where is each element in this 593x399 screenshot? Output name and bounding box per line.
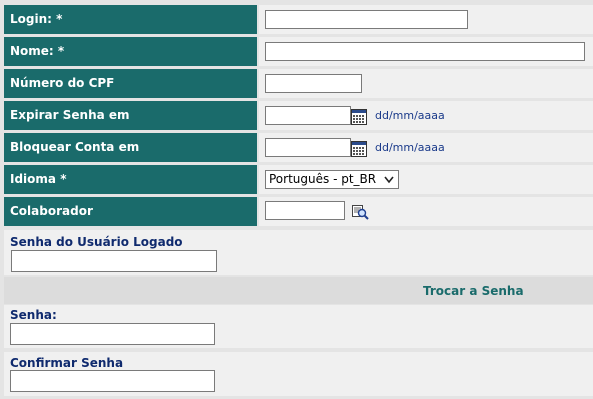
new-password-label: Senha: [10, 308, 57, 322]
idioma-select[interactable]: Português - pt_BR [265, 170, 399, 189]
bloquear-date-hint: dd/mm/aaaa [375, 141, 445, 154]
change-password-title: Trocar a Senha [423, 284, 524, 298]
cpf-value-cell [259, 69, 593, 98]
calendar-icon[interactable] [351, 109, 367, 125]
bloquear-label: Bloquear Conta em [4, 133, 257, 162]
nome-value-cell [259, 37, 593, 66]
login-value-cell [259, 5, 593, 34]
logged-user-password-section: Senha do Usuário Logado [4, 230, 593, 275]
row-expirar: Expirar Senha em dd/mm/aaaa [0, 101, 593, 130]
new-password-input[interactable] [10, 323, 215, 345]
confirm-password-label: Confirmar Senha [10, 356, 124, 370]
expirar-label: Expirar Senha em [4, 101, 257, 130]
login-label: Login: * [4, 5, 257, 34]
row-idioma: Idioma * Português - pt_BR [0, 165, 593, 194]
bloquear-value-cell: dd/mm/aaaa [259, 133, 593, 162]
login-input[interactable] [265, 10, 468, 29]
colaborador-label: Colaborador [4, 197, 257, 226]
expirar-value-cell: dd/mm/aaaa [259, 101, 593, 130]
chevron-down-icon [381, 172, 397, 187]
idioma-value-cell: Português - pt_BR [259, 165, 593, 194]
new-password-section: Senha: [4, 305, 593, 348]
search-user-icon[interactable] [352, 203, 369, 220]
row-cpf: Número do CPF [0, 69, 593, 98]
row-login: Login: * [0, 5, 593, 34]
expirar-date-input[interactable] [265, 106, 351, 125]
nome-input[interactable] [265, 42, 585, 61]
change-password-band: Trocar a Senha [4, 277, 593, 304]
bloquear-date-input[interactable] [265, 138, 351, 157]
expirar-date-hint: dd/mm/aaaa [375, 109, 445, 122]
row-colaborador: Colaborador [0, 197, 593, 226]
logged-user-password-input[interactable] [11, 250, 217, 272]
colaborador-value-cell [259, 197, 593, 226]
cpf-label: Número do CPF [4, 69, 257, 98]
row-bloquear: Bloquear Conta em dd/mm/aaaa [0, 133, 593, 162]
colaborador-input[interactable] [265, 201, 345, 220]
confirm-password-section: Confirmar Senha [4, 352, 593, 396]
user-form-page: Login: * Nome: * Número do CPF Expirar S… [0, 0, 593, 399]
row-nome: Nome: * [0, 37, 593, 66]
idioma-selected-value: Português - pt_BR [269, 172, 377, 186]
calendar-icon[interactable] [351, 141, 367, 157]
logged-user-password-label: Senha do Usuário Logado [10, 235, 183, 249]
idioma-label: Idioma * [4, 165, 257, 194]
confirm-password-input[interactable] [10, 370, 215, 392]
cpf-input[interactable] [265, 74, 362, 93]
nome-label: Nome: * [4, 37, 257, 66]
